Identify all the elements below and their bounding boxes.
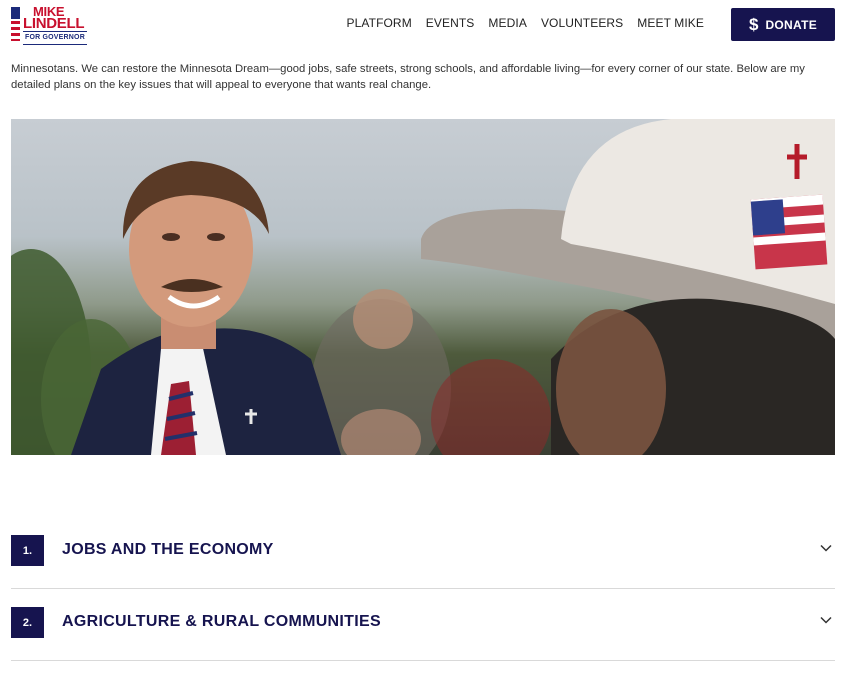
intro-paragraph: Minnesotans. We can restore the Minnesot… [11, 63, 805, 91]
campaign-logo[interactable]: MIKE LINDELL FOR GOVERNOR [11, 5, 101, 45]
dollar-icon: $ [748, 15, 759, 34]
nav-item-meet-mike[interactable]: MEET MIKE [637, 16, 704, 30]
chevron-down-icon[interactable] [819, 541, 833, 555]
donate-label: DONATE [765, 17, 818, 32]
flag-icon [11, 7, 20, 41]
nav-item-volunteers[interactable]: VOLUNTEERS [541, 16, 623, 30]
chevron-down-icon[interactable] [819, 613, 833, 627]
nav-item-events[interactable]: EVENTS [426, 16, 475, 30]
logo-last-name: LINDELL [23, 15, 85, 32]
hero-photo-illustration [11, 119, 835, 455]
accordion-item-jobs[interactable]: 1. JOBS AND THE ECONOMY [11, 517, 835, 589]
accordion-number: 1. [11, 535, 44, 566]
accordion-title: JOBS AND THE ECONOMY [62, 541, 274, 558]
accordion-number: 2. [11, 607, 44, 638]
hero-photo [11, 119, 835, 455]
accordion-title: AGRICULTURE & RURAL COMMUNITIES [62, 613, 381, 630]
main-nav: PLATFORM EVENTS MEDIA VOLUNTEERS MEET MI… [347, 16, 704, 30]
nav-item-media[interactable]: MEDIA [488, 16, 527, 30]
donate-button[interactable]: $ DONATE [731, 8, 835, 41]
site-header: MIKE LINDELL FOR GOVERNOR PLATFORM EVENT… [0, 0, 847, 48]
logo-tagline: FOR GOVERNOR [23, 31, 87, 45]
nav-item-platform[interactable]: PLATFORM [347, 16, 412, 30]
accordion-item-agriculture[interactable]: 2. AGRICULTURE & RURAL COMMUNITIES [11, 589, 835, 661]
